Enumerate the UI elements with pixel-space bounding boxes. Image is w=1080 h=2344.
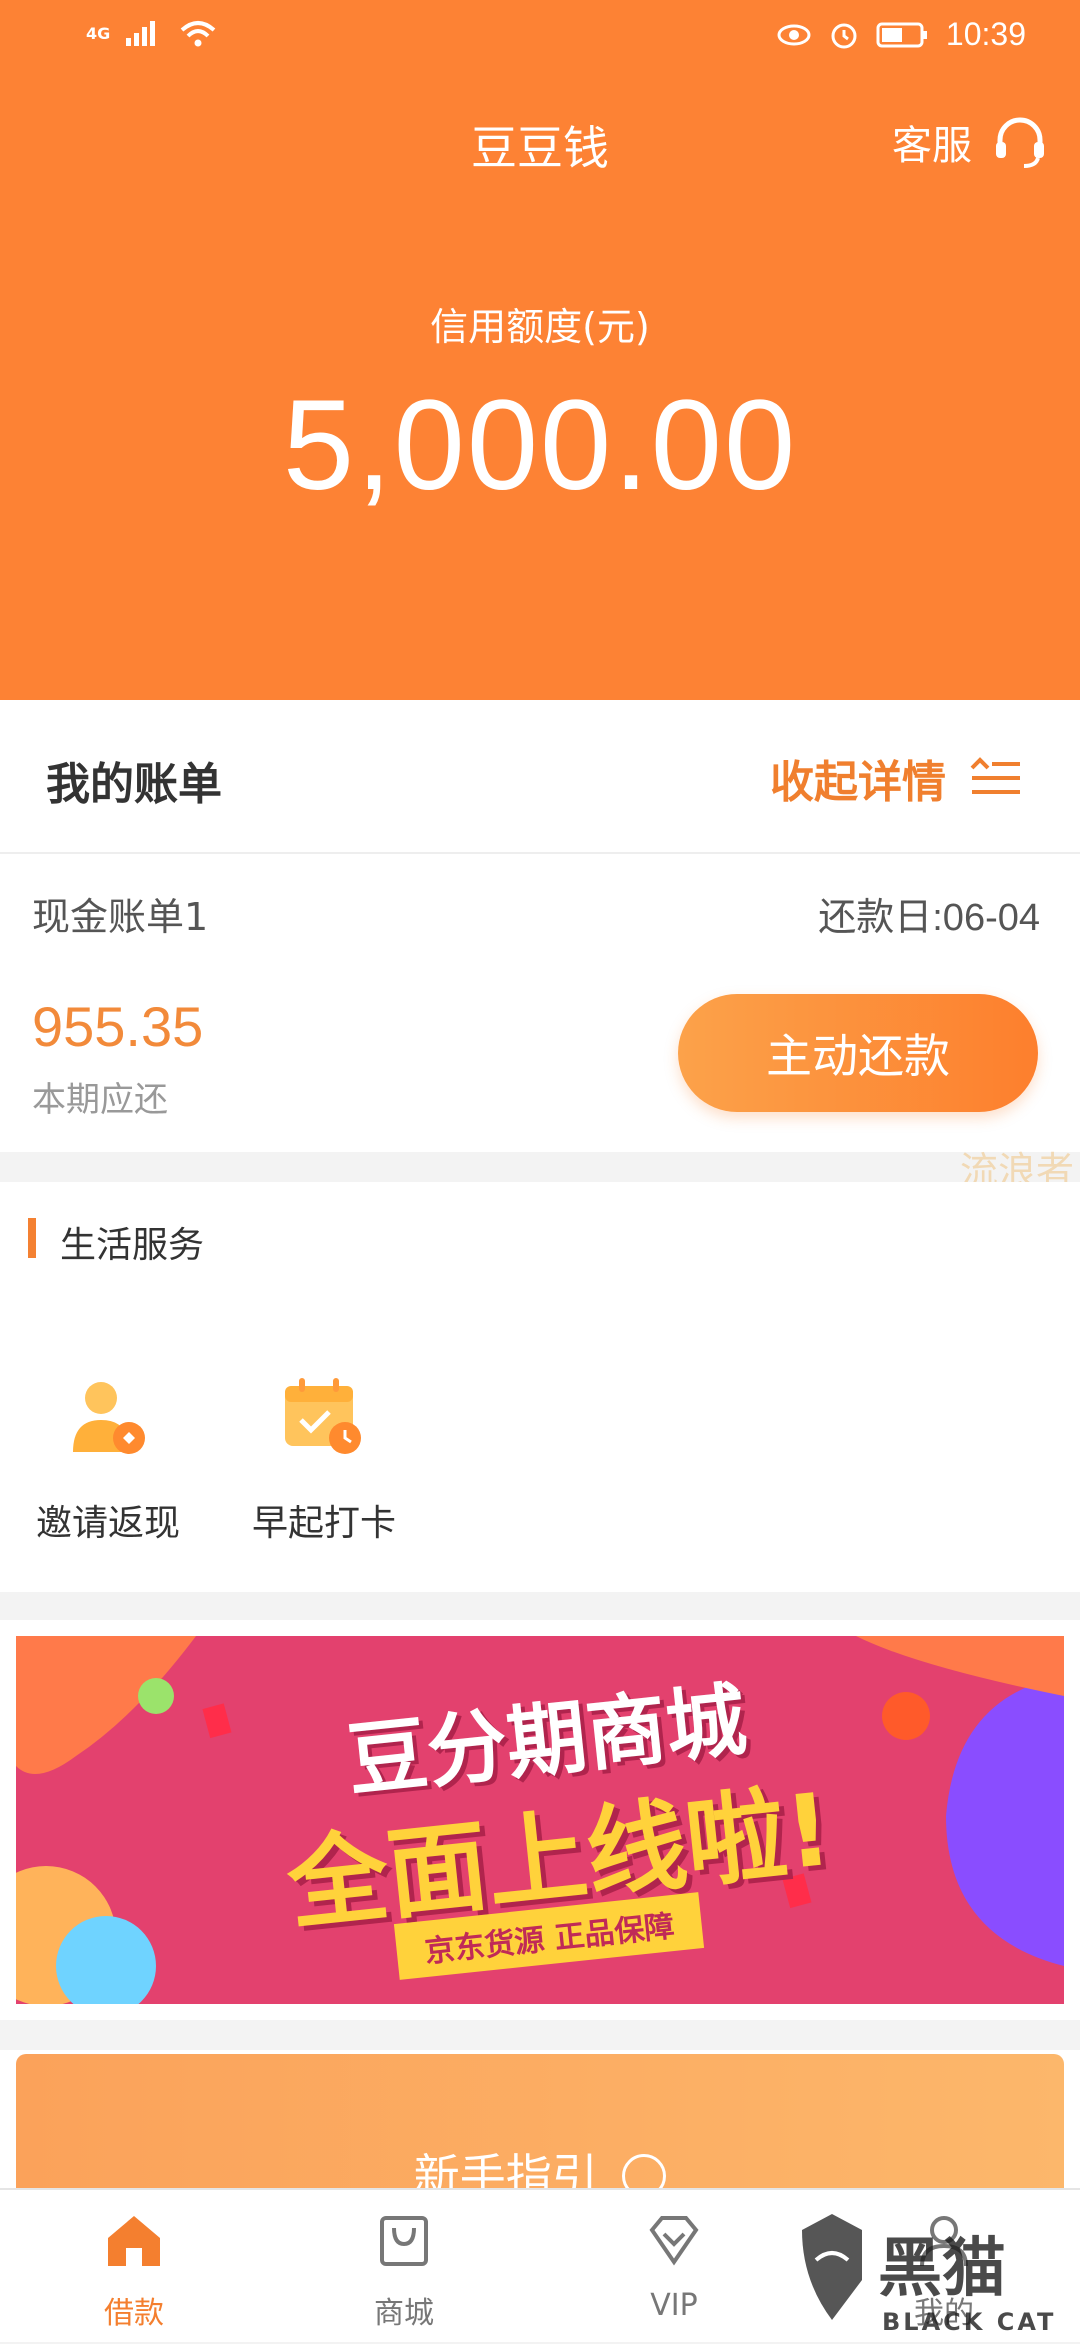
tab-vip[interactable]: VIP [574,2208,774,2323]
home-icon [108,2216,160,2266]
service-label: 邀请返现 [35,1503,180,1544]
customer-service-button[interactable]: 客服 [892,112,1050,172]
due-amount-label: 本期应还 [32,1080,168,1120]
collapse-details-button[interactable]: 收起详情 [770,746,1024,810]
headset-icon [996,117,1044,168]
bill-card: 我的账单 收起详情 现金账单1 还款日:06-04 955.35 本期应还 主动… [0,700,1080,1152]
bill-header: 我的账单 收起详情 [0,700,1080,854]
guide-section: 新手指引 [0,2050,1080,2203]
status-time: 10:39 [945,16,1026,52]
life-services-title: 生活服务 [60,1225,205,1266]
service-item-morning-checkin[interactable]: 早起打卡 [224,1372,424,1546]
signal-icon [126,21,156,46]
credit-limit-amount: 5,000.00 [282,374,798,517]
black-cat-logo: 黑猫 BLACK CAT [792,2210,1072,2340]
banner-section: 豆分期商城 全面上线啦! 京东货源 正品保障 [0,1620,1080,2020]
life-services-card: 生活服务 邀请返现 早起打卡 [0,1182,1080,1592]
calendar-checkin-icon [285,1378,361,1454]
customer-service-label: 客服 [892,123,972,169]
service-item-invite-cashback[interactable]: 邀请返现 [8,1372,208,1546]
black-cat-logo-icon: 黑猫 BLACK CAT [802,2214,1056,2336]
diamond-icon [649,2216,699,2266]
tab-loan[interactable]: 借款 [34,2208,234,2332]
bill-name: 现金账单1 [32,895,209,939]
mall-promo-banner[interactable]: 豆分期商城 全面上线啦! 京东货源 正品保障 [16,1636,1064,2004]
alarm-icon [831,23,857,48]
newbie-guide-banner[interactable]: 新手指引 [16,2054,1064,2203]
eye-icon [777,24,811,45]
tab-label: 借款 [104,2296,164,2331]
tab-label: VIP [650,2288,698,2323]
collapse-details-label: 收起详情 [770,757,946,808]
section-accent-bar [28,1218,36,1258]
status-bar: 4G 10:39 [0,0,1080,80]
svg-text:BLACK CAT: BLACK CAT [882,2308,1056,2336]
header: 4G 10:39 豆豆钱 客服 信用额度(元) 5,000.00 [0,0,1080,700]
due-date: 还款日:06-04 [818,897,1040,939]
bill-section-title: 我的账单 [46,759,222,810]
shopping-bag-icon [380,2216,428,2266]
credit-limit-label: 信用额度(元) [430,305,650,349]
repay-button[interactable]: 主动还款 [678,994,1038,1112]
battery-icon [876,22,927,47]
invite-cashback-icon [73,1382,145,1454]
network-label: 4G [86,23,111,43]
tab-label: 商城 [374,2296,434,2331]
service-label: 早起打卡 [251,1503,396,1544]
tab-mall[interactable]: 商城 [304,2208,504,2332]
svg-text:黑猫: 黑猫 [878,2232,1006,2306]
wifi-icon [180,21,216,47]
due-amount: 955.35 [32,995,204,1058]
collapse-list-icon [970,757,1020,794]
